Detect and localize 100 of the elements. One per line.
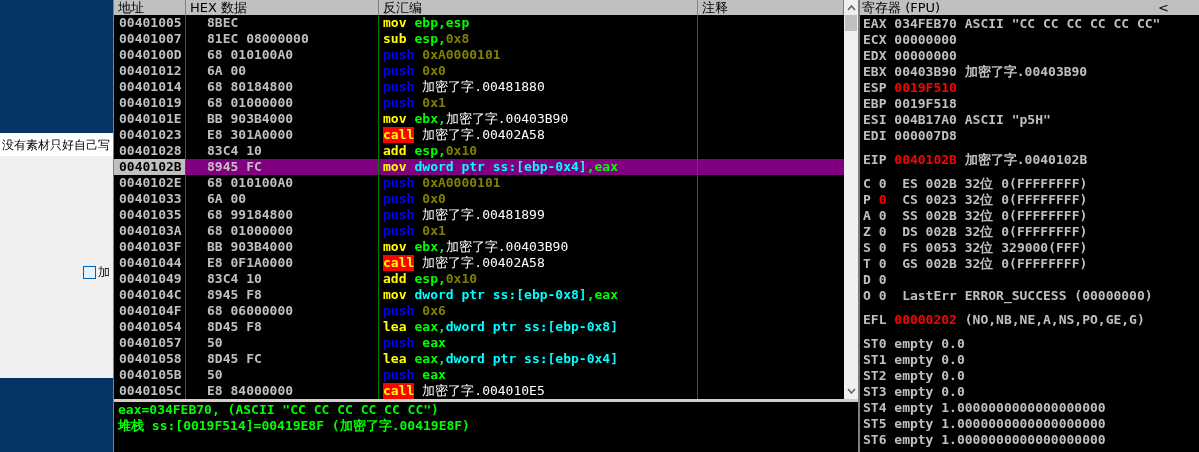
address-cell: 00401007 bbox=[114, 31, 186, 47]
address-cell: 0040102E bbox=[114, 175, 186, 191]
code-row[interactable]: 0040102B 8945 FC mov dword ptr ss:[ebp-0x4],eax bbox=[114, 159, 844, 175]
operand: dword ptr ss:[ebp-0x8] bbox=[445, 319, 618, 335]
mnemonic: push bbox=[383, 47, 415, 63]
operand: 0x0 bbox=[422, 191, 446, 207]
address-cell: 00401019 bbox=[114, 95, 186, 111]
register-text: 0 bbox=[878, 192, 887, 208]
scroll-down-icon[interactable] bbox=[846, 388, 856, 394]
operand: ,eax bbox=[586, 287, 618, 303]
code-row[interactable]: 00401012 6A 00 push 0x0 bbox=[114, 63, 844, 79]
address-cell: 00401049 bbox=[114, 271, 186, 287]
address-cell: 00401058 bbox=[114, 351, 186, 367]
mnemonic: call bbox=[383, 383, 415, 399]
hex-cell: BB 903B4000 bbox=[186, 239, 379, 255]
register-text: ST4 empty 1.0000000000000000000 bbox=[863, 400, 1106, 416]
code-row[interactable]: 0040104F 68 06000000 push 0x6 bbox=[114, 303, 844, 319]
operand: 0x8 bbox=[445, 31, 470, 47]
register-text: ESP bbox=[863, 80, 888, 96]
mnemonic: push bbox=[383, 335, 415, 351]
operand: 0xA0000101 bbox=[422, 47, 501, 63]
address-cell: 0040101E bbox=[114, 111, 186, 127]
code-row[interactable]: 00401007 81EC 08000000 sub esp,0x8 bbox=[114, 31, 844, 47]
scrollbar[interactable] bbox=[844, 15, 858, 399]
mnemonic: push bbox=[383, 367, 415, 383]
operand: 0x0 bbox=[422, 63, 446, 79]
register-text: 0019F510 bbox=[894, 80, 957, 96]
info-line: 堆栈 ss:[0019F514]=00419E8F (加密了字.00419E8F) bbox=[118, 418, 471, 434]
code-row[interactable]: 00401019 68 01000000 push 0x1 bbox=[114, 95, 844, 111]
operand: 0x10 bbox=[445, 143, 478, 159]
hex-cell: 68 80184800 bbox=[186, 79, 379, 95]
register-text: Z 0 DS 002B 32位 0(FFFFFFFF) bbox=[863, 224, 1088, 240]
mnemonic: push bbox=[383, 303, 415, 319]
address-cell: 00401033 bbox=[114, 191, 186, 207]
mnemonic: push bbox=[383, 175, 415, 191]
scroll-up-icon[interactable] bbox=[844, 0, 858, 15]
address-cell: 00401005 bbox=[114, 15, 186, 31]
register-text: ECX 00000000 bbox=[863, 32, 957, 48]
register-text: T 0 GS 002B 32位 0(FFFFFFFF) bbox=[863, 256, 1088, 272]
register-text: ST0 empty 0.0 bbox=[863, 336, 965, 352]
hex-cell: 6A 00 bbox=[186, 63, 379, 79]
hex-cell: 8945 FC bbox=[186, 159, 379, 175]
collapse-button[interactable]: < bbox=[1158, 0, 1169, 15]
operand: esp, bbox=[414, 271, 446, 287]
operand: ebx, bbox=[414, 239, 446, 255]
window-text: 没有素材只好自己写 bbox=[1, 136, 110, 153]
register-text: A 0 SS 002B 32位 0(FFFFFFFF) bbox=[863, 208, 1088, 224]
operand: 加密了字.00481880 bbox=[422, 79, 545, 95]
code-row[interactable]: 0040103A 68 01000000 push 0x1 bbox=[114, 223, 844, 239]
register-text: ST1 empty 0.0 bbox=[863, 352, 965, 368]
code-row[interactable]: 0040102E 68 010100A0 push 0xA0000101 bbox=[114, 175, 844, 191]
register-text: 0040102B bbox=[894, 152, 957, 168]
code-row[interactable]: 00401044 E8 0F1A0000 call 加密了字.00402A58 bbox=[114, 255, 844, 271]
operand: ebp,esp bbox=[414, 15, 470, 31]
mnemonic: add bbox=[383, 271, 407, 287]
operand: dword ptr ss:[ebp-0x4] bbox=[414, 159, 587, 175]
scroll-thumb[interactable] bbox=[845, 15, 857, 31]
code-row[interactable]: 00401005 8BEC mov ebp,esp bbox=[114, 15, 844, 31]
address-cell: 0040102B bbox=[114, 159, 186, 175]
operand: 加密了字.00402A58 bbox=[422, 255, 545, 271]
operand: eax bbox=[422, 335, 446, 351]
hex-cell: 50 bbox=[186, 335, 379, 351]
register-text: 加密了字.0040102B bbox=[963, 152, 1088, 168]
address-cell: 00401035 bbox=[114, 207, 186, 223]
code-row[interactable]: 0040104C 8945 F8 mov dword ptr ss:[ebp-0x8],eax bbox=[114, 287, 844, 303]
address-cell: 0040104C bbox=[114, 287, 186, 303]
address-cell: 00401054 bbox=[114, 319, 186, 335]
operand: 加密了字.00403B90 bbox=[445, 111, 569, 127]
register-text: ST3 empty 0.0 bbox=[863, 384, 965, 400]
code-row[interactable]: 00401014 68 80184800 push 加密了字.00481880 bbox=[114, 79, 844, 95]
register-text: ST2 empty 0.0 bbox=[863, 368, 965, 384]
code-row[interactable]: 00401023 E8 301A0000 call 加密了字.00402A58 bbox=[114, 127, 844, 143]
code-row[interactable]: 00401057 50 push eax bbox=[114, 335, 844, 351]
code-row[interactable]: 00401049 83C4 10 add esp,0x10 bbox=[114, 271, 844, 287]
code-row[interactable]: 0040100D 68 010100A0 push 0xA0000101 bbox=[114, 47, 844, 63]
register-text: 00000202 bbox=[894, 312, 957, 328]
hex-cell: 68 010100A0 bbox=[186, 47, 379, 63]
register-text: (NO,NB,NE,A,NS,PO,GE,G) bbox=[963, 312, 1145, 328]
operand: 0x10 bbox=[445, 271, 478, 287]
mnemonic: push bbox=[383, 79, 415, 95]
operand: 加密了字.00403B90 bbox=[445, 239, 569, 255]
code-row[interactable]: 00401035 68 99184800 push 加密了字.00481899 bbox=[114, 207, 844, 223]
hex-cell: 6A 00 bbox=[186, 191, 379, 207]
checkbox[interactable] bbox=[83, 265, 96, 279]
mnemonic: sub bbox=[383, 31, 407, 47]
register-text: EDX 00000000 bbox=[863, 48, 957, 64]
code-row[interactable]: 00401054 8D45 F8 lea eax,dword ptr ss:[ebp-0x8] bbox=[114, 319, 844, 335]
hex-cell: 8D45 FC bbox=[186, 351, 379, 367]
register-text: EBX 00403B90 加密了字.00403B90 bbox=[863, 64, 1088, 80]
panel-title: 寄存器 (FPU) bbox=[861, 0, 941, 15]
mnemonic: lea bbox=[383, 351, 407, 367]
operand: dword ptr ss:[ebp-0x8] bbox=[414, 287, 587, 303]
register-text: C 0 ES 002B 32位 0(FFFFFFFF) bbox=[863, 176, 1088, 192]
code-row[interactable]: 00401033 6A 00 push 0x0 bbox=[114, 191, 844, 207]
mnemonic: push bbox=[383, 63, 415, 79]
code-row[interactable]: 00401058 8D45 FC lea eax,dword ptr ss:[ebp-0x4] bbox=[114, 351, 844, 367]
mnemonic: push bbox=[383, 207, 415, 223]
hex-cell: 83C4 10 bbox=[186, 271, 379, 287]
hex-cell: 68 99184800 bbox=[186, 207, 379, 223]
address-cell: 0040105B bbox=[114, 367, 186, 383]
